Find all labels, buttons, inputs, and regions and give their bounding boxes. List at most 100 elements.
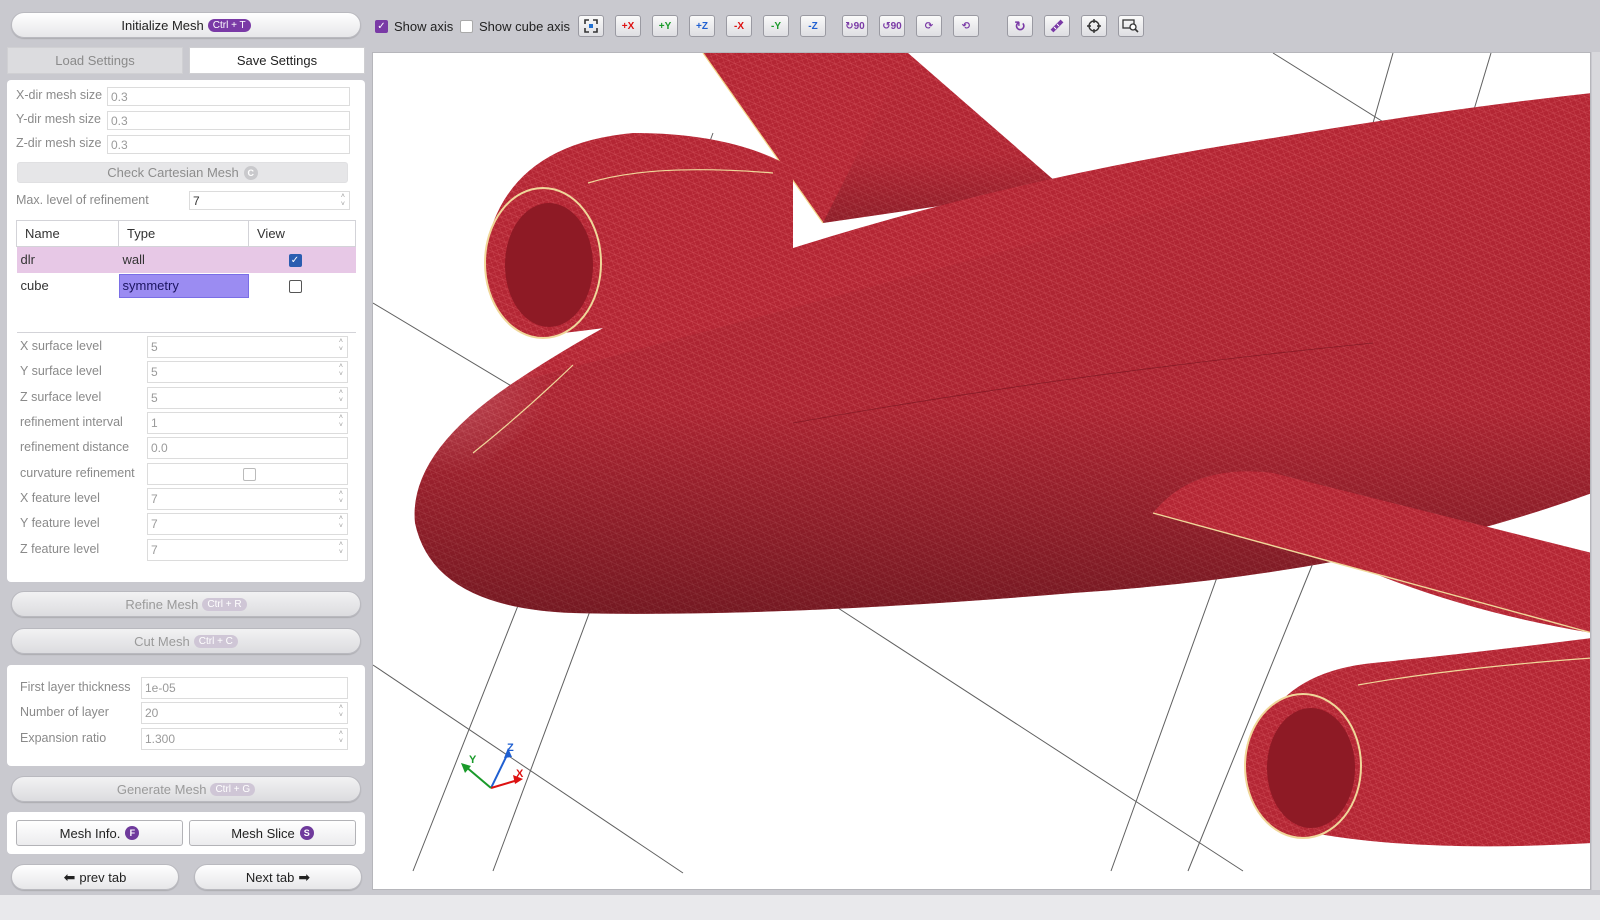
crosshair-icon[interactable] [1081,15,1107,37]
number-of-layer-spinbox[interactable]: 20 ˄ ˅ [141,702,348,724]
refinement-interval-value: 1 [151,416,158,430]
arrow-right-icon: ➡ [298,868,311,885]
x-surface-level-value: 5 [151,340,158,354]
max-level-spinbox[interactable]: 7 ˄ ˅ [189,191,350,210]
view-minus-y-icon[interactable]: -Y [763,15,789,37]
y-mesh-size-input[interactable]: 0.3 [107,111,350,130]
status-bar [0,895,1600,920]
zoom-window-icon[interactable] [1118,15,1144,37]
spin-arrows-icon[interactable]: ˄ ˅ [339,730,343,746]
x-surface-level-spinbox[interactable]: 5 ˄ ˅ [147,336,348,358]
prev-tab-button[interactable]: ⬅ prev tab [11,864,179,890]
tab-load-settings[interactable]: Load Settings [7,47,183,74]
type-select[interactable]: symmetry [118,273,249,298]
first-layer-thickness-input[interactable]: 1e-05 [141,677,348,699]
show-cube-axis-checkbox[interactable] [460,20,473,33]
cell-name[interactable]: dlr [16,246,119,273]
spin-arrows-icon[interactable]: ˄ ˅ [339,704,343,720]
z-surface-level-value: 5 [151,391,158,405]
mesh-tools-card: Mesh Info. F Mesh Slice S [7,812,365,854]
shortcut-badge: Ctrl + T [207,18,251,32]
y-surface-level-value: 5 [151,365,158,379]
refine-mesh-label: Refine Mesh [125,596,199,612]
view-checkbox[interactable]: ✓ [288,254,302,268]
cut-mesh-button[interactable]: Cut Mesh Ctrl + C [11,628,361,654]
refine-mesh-button[interactable]: Refine Mesh Ctrl + R [11,591,361,617]
check-cartesian-mesh-button[interactable]: Check Cartesian Mesh C [17,162,348,183]
measure-ruler-icon[interactable] [1044,15,1070,37]
spin-arrows-icon[interactable]: ˄ ˅ [339,363,343,379]
y-surface-level-spinbox[interactable]: 5 ˄ ˅ [147,361,348,383]
number-of-layer-label: Number of layer [20,705,109,719]
rotate-90-ccw-icon[interactable]: ↺90 [879,15,905,37]
check-cartesian-label: Check Cartesian Mesh [107,165,239,180]
view-plus-x-icon[interactable]: +X [615,15,641,37]
show-axis-toggle[interactable]: ✓ Show axis [375,19,453,34]
spin-arrows-icon[interactable]: ˄ ˅ [339,414,343,430]
spin-arrows-icon[interactable]: ˄ ˅ [339,541,343,557]
rotate-90-y-icon[interactable]: ⟲ [953,15,979,37]
first-layer-thickness-label: First layer thickness [20,680,131,694]
z-feature-level-spinbox[interactable]: 7 ˄ ˅ [147,539,348,561]
z-mesh-size-input[interactable]: 0.3 [107,135,350,154]
view-plus-z-icon[interactable]: +Z [689,15,715,37]
view-plus-y-icon[interactable]: +Y [652,15,678,37]
mesh-info-button[interactable]: Mesh Info. F [16,820,183,846]
curvature-refinement-checkbox[interactable] [242,467,256,481]
cut-mesh-label: Cut Mesh [134,633,190,649]
mesh-3d-viewport[interactable]: Z X Y [372,52,1591,890]
boundary-table: Name Type View dlr wall ✓ cube symmetry [16,220,356,333]
axis-z-label: Z [507,742,514,754]
show-cube-axis-toggle[interactable]: Show cube axis [460,19,570,34]
generate-mesh-button[interactable]: Generate Mesh Ctrl + G [11,776,361,802]
view-checkbox[interactable] [288,280,302,294]
y-feature-level-spinbox[interactable]: 7 ˄ ˅ [147,513,348,535]
viewport-scrollbar[interactable] [1592,52,1600,890]
refinement-distance-label: refinement distance [20,440,130,454]
initialize-mesh-button[interactable]: Initialize Mesh Ctrl + T [11,12,361,38]
cell-type[interactable]: wall [118,246,249,273]
cell-view [249,273,356,299]
column-header-type[interactable]: Type [118,220,249,247]
table-row[interactable]: cube symmetry [17,273,356,299]
column-header-name[interactable]: Name [16,220,119,247]
x-surface-level-label: X surface level [20,339,102,353]
rotate-90-x-icon[interactable]: ⟳ [916,15,942,37]
tab-save-settings[interactable]: Save Settings [189,47,365,74]
reset-view-icon[interactable]: ↻ [1007,15,1033,37]
cell-view: ✓ [248,246,356,273]
rotate-90-cw-icon[interactable]: ↻90 [842,15,868,37]
show-axis-checkbox[interactable]: ✓ [375,20,388,33]
axis-triad: Z X Y [461,742,524,789]
spin-arrows-icon[interactable]: ˄ ˅ [339,490,343,506]
spin-arrows-icon[interactable]: ˄ ˅ [339,515,343,531]
x-feature-level-label: X feature level [20,491,100,505]
column-header-view[interactable]: View [248,220,356,247]
expansion-ratio-spinbox[interactable]: 1.300 ˄ ˅ [141,728,348,750]
spin-arrows-icon[interactable]: ˄ ˅ [339,338,343,354]
curvature-refinement-field [147,463,348,485]
next-tab-button[interactable]: Next tab ➡ [194,864,362,890]
z-surface-level-spinbox[interactable]: 5 ˄ ˅ [147,387,348,409]
left-panel: Initialize Mesh Ctrl + T Load Settings S… [0,0,368,895]
expansion-ratio-label: Expansion ratio [20,731,107,745]
x-mesh-size-input[interactable]: 0.3 [107,87,350,106]
spin-arrows-icon[interactable]: ˄ ˅ [341,193,345,209]
z-feature-level-value: 7 [151,543,158,557]
spin-arrows-icon[interactable]: ˄ ˅ [339,389,343,405]
table-row[interactable]: dlr wall ✓ [16,246,356,273]
arrow-left-icon: ⬅ [63,868,76,885]
refinement-distance-input[interactable]: 0.0 [147,437,348,459]
shortcut-badge: Ctrl + C [193,634,238,648]
view-minus-x-icon[interactable]: -X [726,15,752,37]
expansion-ratio-value: 1.300 [145,732,176,746]
view-minus-z-icon[interactable]: -Z [800,15,826,37]
x-feature-level-spinbox[interactable]: 7 ˄ ˅ [147,488,348,510]
refinement-interval-spinbox[interactable]: 1 ˄ ˅ [147,412,348,434]
z-surface-level-label: Z surface level [20,390,102,404]
x-mesh-size-label: X-dir mesh size [16,88,103,102]
mesh-slice-button[interactable]: Mesh Slice S [189,820,356,846]
cell-type[interactable]: symmetry [118,273,249,299]
fit-view-icon[interactable] [578,15,604,37]
cell-name[interactable]: cube [17,273,119,299]
